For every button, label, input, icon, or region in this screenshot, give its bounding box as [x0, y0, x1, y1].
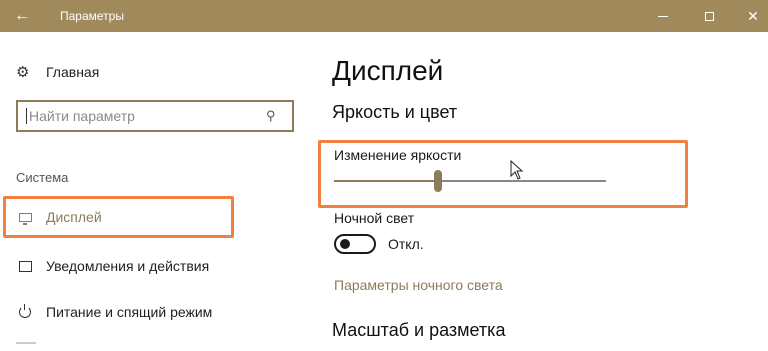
maximize-button[interactable]: [686, 0, 732, 32]
scale-section-title: Масштаб и разметка: [332, 320, 506, 340]
title-bar: ← Параметры ✕: [0, 0, 768, 32]
gear-icon: ⚙: [16, 64, 30, 81]
minimize-icon: [658, 15, 668, 17]
sidebar-item-power[interactable]: Питание и спящий режим: [16, 300, 212, 324]
sidebar-home-label: Главная: [46, 64, 100, 80]
maximize-icon: [704, 11, 714, 21]
search-placeholder: Найти параметр: [29, 108, 135, 124]
text-caret: [26, 108, 27, 124]
sidebar-home[interactable]: ⚙ Главная: [16, 60, 99, 84]
brightness-slider[interactable]: [334, 170, 606, 192]
message-icon: [16, 260, 34, 272]
slider-track: [442, 180, 606, 182]
sidebar-item-label: Уведомления и действия: [46, 258, 210, 274]
power-icon: [16, 304, 34, 318]
night-light-settings-link[interactable]: Параметры ночного света: [334, 277, 503, 293]
sidebar-item-display[interactable]: Дисплей: [16, 205, 102, 229]
sidebar-section-title: Система: [16, 170, 69, 185]
close-icon: ✕: [747, 7, 759, 24]
night-light-toggle[interactable]: [334, 234, 376, 254]
window-title: Параметры: [60, 9, 124, 23]
monitor-icon: [16, 212, 34, 225]
mouse-cursor-icon: [510, 160, 524, 180]
brightness-label: Изменение яркости: [334, 147, 462, 163]
minimize-button[interactable]: [640, 0, 686, 32]
night-light-state: Откл.: [388, 236, 424, 252]
toggle-knob: [340, 239, 350, 249]
search-icon[interactable]: ⚲: [266, 108, 286, 124]
back-arrow-icon[interactable]: ←: [0, 0, 44, 32]
brightness-section-title: Яркость и цвет: [332, 102, 458, 122]
page-title: Дисплей: [332, 55, 444, 86]
sidebar-item-label: Питание и спящий режим: [46, 304, 213, 320]
slider-fill: [334, 180, 434, 182]
night-light-label: Ночной свет: [334, 210, 415, 226]
close-button[interactable]: ✕: [730, 0, 768, 32]
slider-thumb[interactable]: [434, 170, 442, 192]
sidebar-item-partial: [16, 342, 36, 344]
sidebar-item-label: Дисплей: [46, 209, 102, 225]
search-input[interactable]: Найти параметр ⚲: [16, 100, 294, 132]
sidebar-item-notifications[interactable]: Уведомления и действия: [16, 254, 209, 278]
